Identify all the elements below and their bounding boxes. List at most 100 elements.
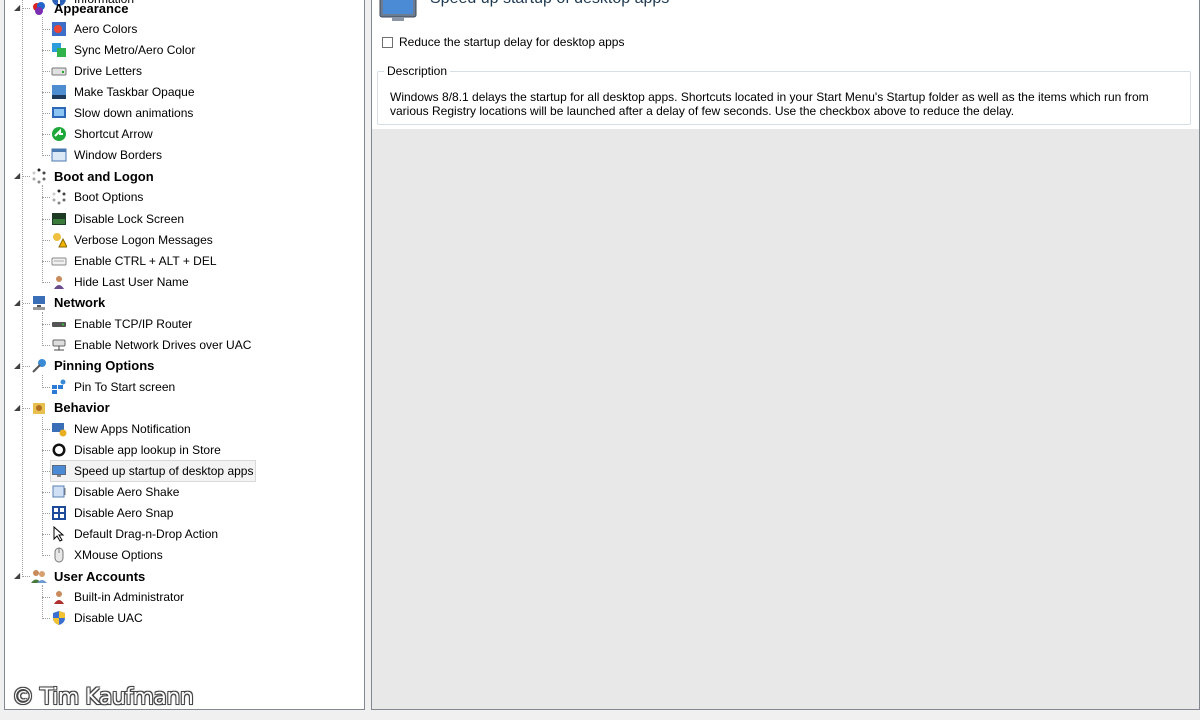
- tree-connector-line: [23, 576, 30, 578]
- tree-item-drive-letters[interactable]: Drive Letters: [51, 61, 144, 81]
- tree-connector-line: [42, 185, 43, 283]
- tree-connector-line: [42, 585, 43, 620]
- tree-item-enable-ctrl-alt-del[interactable]: Enable CTRL + ALT + DEL: [51, 251, 219, 271]
- tree-item-label: Verbose Logon Messages: [74, 232, 213, 247]
- tree-item-enable-tcp-ip-router[interactable]: Enable TCP/IP Router: [51, 314, 194, 334]
- tree-item-label: Hide Last User Name: [74, 274, 189, 289]
- tree-item-verbose-logon-messages[interactable]: Verbose Logon Messages: [51, 230, 215, 250]
- tree-item-label: Disable Aero Snap: [74, 506, 174, 521]
- tree-connector-line: [42, 113, 50, 115]
- tree-connector-line: [42, 239, 50, 241]
- keyboard-icon: [51, 253, 67, 269]
- tree-connector-line: [42, 618, 50, 620]
- tree-category-label: Pinning Options: [54, 358, 155, 374]
- tree-item-label: Speed up startup of desktop apps: [74, 464, 254, 479]
- tree-item-label: Enable Network Drives over UAC: [74, 337, 252, 352]
- tree-connector-line: [23, 365, 30, 367]
- tree-category-behavior[interactable]: Behavior: [31, 398, 112, 418]
- boot-icon: [31, 168, 47, 184]
- tree-connector-line: [42, 555, 50, 557]
- tree-item-disable-aero-shake[interactable]: Disable Aero Shake: [51, 482, 181, 502]
- tree-category-user-accounts[interactable]: User Accounts: [31, 566, 147, 586]
- tree-category-pinning-options[interactable]: Pinning Options: [31, 356, 156, 376]
- description-text: Windows 8/8.1 delays the startup for all…: [390, 90, 1149, 118]
- content-header: Speed up startup of desktop apps: [372, 0, 1199, 24]
- lock-screen-icon: [51, 211, 67, 227]
- tree-item-slow-down-animations[interactable]: Slow down animations: [51, 103, 195, 123]
- tree-connector-line: [42, 417, 43, 557]
- tree-item-disable-aero-snap[interactable]: Disable Aero Snap: [51, 503, 175, 523]
- shield-icon: [51, 610, 67, 626]
- copyright-watermark: © Tim Kaufmann: [12, 685, 194, 710]
- users-icon: [31, 568, 47, 584]
- tree-item-pin-to-start-screen[interactable]: Pin To Start screen: [51, 377, 177, 397]
- tree-item-disable-app-lookup-in-store[interactable]: Disable app lookup in Store: [51, 440, 223, 460]
- tree-item-label: Default Drag-n-Drop Action: [74, 527, 219, 542]
- tree-connector-line: [42, 197, 50, 199]
- collapse-arrow-icon[interactable]: ◢: [14, 4, 21, 12]
- collapse-arrow-icon[interactable]: ◢: [14, 572, 21, 580]
- tree-item-disable-lock-screen[interactable]: Disable Lock Screen: [51, 209, 186, 229]
- settings-area: Reduce the startup delay for desktop app…: [372, 23, 1199, 129]
- tree-connector-line: [23, 176, 30, 178]
- tree-connector-line: [42, 513, 50, 515]
- tree-connector-line: [42, 155, 50, 157]
- collapse-arrow-icon[interactable]: ◢: [14, 361, 21, 369]
- tree-category-appearance[interactable]: Appearance: [31, 0, 130, 18]
- user-icon: [51, 274, 67, 290]
- tree-connector-line: [22, 0, 23, 578]
- settings-tree[interactable]: Information◢AppearanceAero ColorsSync Me…: [4, 0, 365, 710]
- animation-icon: [51, 105, 67, 121]
- tree-item-sync-metro-aero-color[interactable]: Sync Metro/Aero Color: [51, 40, 197, 60]
- tree-item-label: Pin To Start screen: [74, 379, 176, 394]
- tree-item-disable-uac[interactable]: Disable UAC: [51, 608, 145, 628]
- tree-category-boot-and-logon[interactable]: Boot and Logon: [31, 166, 156, 186]
- tree-item-aero-colors[interactable]: Aero Colors: [51, 19, 139, 39]
- tree-connector-line: [42, 218, 50, 220]
- tree-item-label: Drive Letters: [74, 64, 143, 79]
- tree-item-enable-network-drives-over-uac[interactable]: Enable Network Drives over UAC: [51, 335, 253, 355]
- pin-start-icon: [51, 379, 67, 395]
- window-icon: [51, 147, 67, 163]
- tree-connector-line: [42, 29, 50, 31]
- collapse-arrow-icon[interactable]: ◢: [14, 403, 21, 411]
- tree-item-label: Slow down animations: [74, 106, 194, 121]
- page-title: Speed up startup of desktop apps: [430, 0, 669, 8]
- collapse-arrow-icon[interactable]: ◢: [14, 172, 21, 180]
- tree-item-label: XMouse Options: [74, 548, 163, 563]
- tree-connector-line: [42, 92, 50, 94]
- tree-connector-line: [42, 323, 50, 325]
- tree-connector-line: [42, 429, 50, 430]
- tree-item-label: New Apps Notification: [74, 422, 191, 436]
- collapse-arrow-icon[interactable]: ◢: [14, 298, 21, 306]
- tree-item-label: Shortcut Arrow: [74, 127, 153, 142]
- checkbox-label: Reduce the startup delay for desktop app…: [399, 35, 625, 49]
- reduce-delay-checkbox-row[interactable]: Reduce the startup delay for desktop app…: [382, 35, 624, 49]
- tree-connector-line: [42, 534, 50, 536]
- sync-color-icon: [51, 42, 67, 58]
- behavior-icon: [31, 400, 47, 416]
- reduce-delay-checkbox[interactable]: [382, 36, 393, 48]
- tree-connector-line: [42, 17, 43, 157]
- network-drive-icon: [51, 337, 67, 353]
- tree-item-xmouse-options[interactable]: XMouse Options: [51, 545, 165, 565]
- admin-icon: [51, 589, 67, 605]
- tree-connector-line: [23, 302, 30, 304]
- tree-item-label: Enable CTRL + ALT + DEL: [74, 253, 217, 268]
- tree-item-shortcut-arrow[interactable]: Shortcut Arrow: [51, 124, 155, 144]
- tree-connector-line: [42, 260, 50, 262]
- tree-item-label: Boot Options: [74, 190, 144, 205]
- tree-item-built-in-administrator[interactable]: Built-in Administrator: [51, 587, 186, 607]
- tree-item-hide-last-user-name[interactable]: Hide Last User Name: [51, 272, 191, 292]
- tree-category-network[interactable]: Network: [31, 293, 107, 313]
- tree-item-label: Disable Lock Screen: [74, 211, 185, 226]
- tree-item-label: Built-in Administrator: [74, 590, 185, 605]
- tree-item-window-borders[interactable]: Window Borders: [51, 145, 164, 165]
- tree-item-default-drag-n-drop-action[interactable]: Default Drag-n-Drop Action: [51, 524, 220, 544]
- tree-item-boot-options[interactable]: Boot Options: [51, 187, 145, 207]
- tree-item-new-apps-notification[interactable]: New Apps Notification: [51, 419, 193, 439]
- monitor-icon: [51, 463, 67, 479]
- network-icon: [31, 295, 47, 311]
- tree-item-make-taskbar-opaque[interactable]: Make Taskbar Opaque: [51, 82, 197, 102]
- tree-item-speed-up-startup-of-desktop-apps[interactable]: Speed up startup of desktop apps: [49, 460, 257, 483]
